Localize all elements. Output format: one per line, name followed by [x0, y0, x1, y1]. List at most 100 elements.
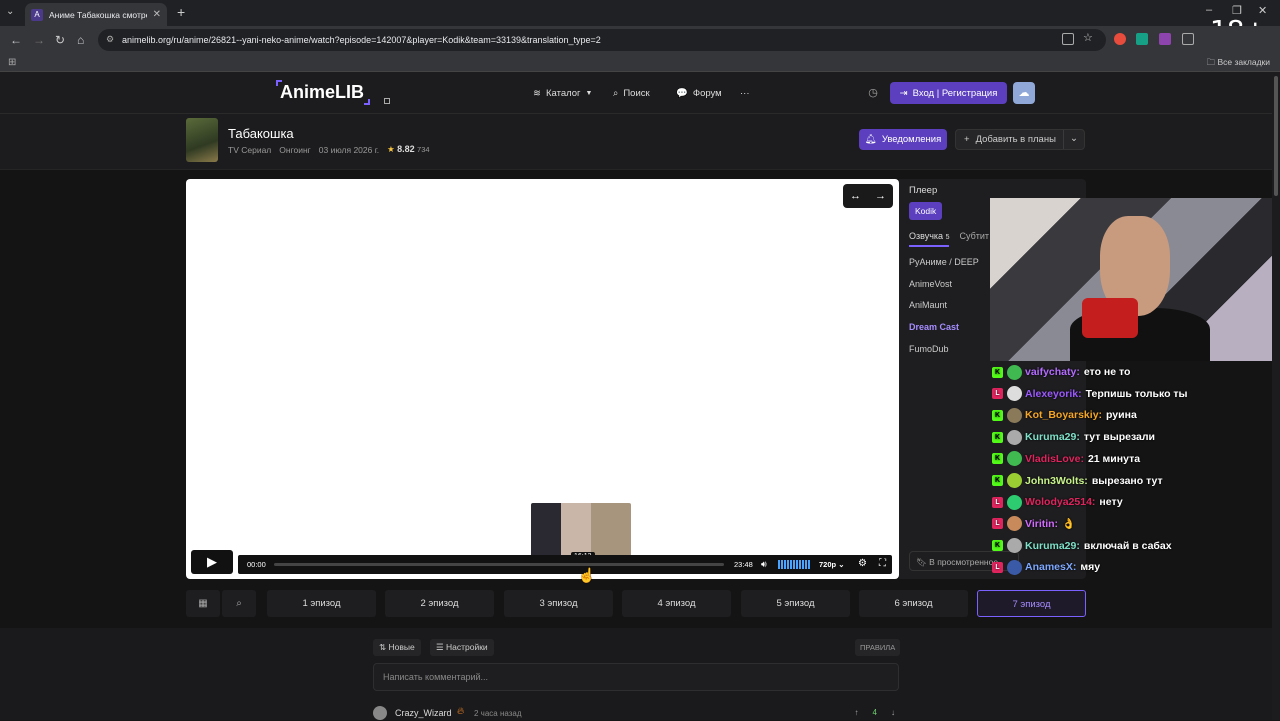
tab-subtitles[interactable]: Субтит	[959, 231, 989, 247]
volume-icon[interactable]: 🔊︎	[761, 559, 767, 570]
new-tab-icon[interactable]: +	[177, 4, 185, 20]
chat-nick: Kot_Boyarskiy:	[1025, 409, 1103, 422]
close-tab-icon[interactable]: ✕	[153, 9, 161, 20]
comment-input[interactable]: Написать комментарий...	[373, 663, 899, 691]
search-icon: ⌕	[613, 88, 619, 99]
login-button[interactable]: ⇥ Вход | Регистрация	[890, 82, 1007, 104]
episode-button[interactable]: 4 эпизод	[622, 590, 731, 617]
reload-icon[interactable]: ↻	[55, 33, 65, 47]
calendar-icon[interactable]: ▦	[186, 590, 220, 617]
search-icon[interactable]: ⌕	[222, 590, 256, 617]
comment-author[interactable]: Crazy_Wizard	[395, 708, 452, 718]
chat-nick: John3Wolts:	[1025, 474, 1088, 487]
chevron-down-icon[interactable]: ⌄	[1070, 133, 1078, 144]
downvote-icon[interactable]: ↓	[891, 708, 895, 717]
history-clock-icon[interactable]: ◷	[863, 83, 883, 103]
fire-icon: 🔥︎	[457, 706, 465, 717]
episode-button[interactable]: 6 эпизод	[859, 590, 968, 617]
notifications-button[interactable]: 🔔︎ Уведомления	[859, 129, 947, 150]
team-item[interactable]: AniMaunt	[909, 300, 979, 322]
rules-button[interactable]: ПРАВИЛА	[855, 639, 901, 656]
home-icon[interactable]: ⌂	[77, 33, 84, 47]
browser-tab[interactable]: A Аниме Табакошка смотреть о ✕	[25, 3, 167, 26]
site-logo[interactable]: AnimeLIB	[276, 80, 371, 105]
site-favicon-icon: A	[31, 8, 43, 21]
upvote-icon[interactable]: ↑	[855, 708, 859, 717]
play-icon[interactable]: ▶	[191, 550, 233, 574]
bookmark-icon: 🔖︎	[916, 557, 927, 567]
kick-platform-icon: K	[992, 431, 1003, 443]
bookmark-star-icon[interactable]: ☆	[1083, 31, 1095, 44]
nav-catalog[interactable]: ≋ Каталог ▼	[533, 88, 592, 99]
chevron-down-icon: ▼	[585, 90, 593, 97]
avatar[interactable]	[373, 706, 387, 720]
anime-poster[interactable]	[186, 118, 218, 162]
gear-icon[interactable]: ⚙	[858, 558, 867, 569]
avatar	[1007, 494, 1022, 510]
install-app-icon[interactable]	[1062, 33, 1074, 45]
chat-message: L AnamesX: мяу	[990, 557, 1100, 577]
nav-more-button[interactable]: ···	[740, 88, 750, 99]
avatar	[1007, 407, 1022, 423]
chat-message: K Kot_Boyarskiy: руина	[990, 405, 1137, 425]
next-arrow-icon[interactable]: →	[875, 190, 886, 202]
chat-text: вырезано тут	[1091, 474, 1163, 487]
episode-button[interactable]: 1 эпизод	[267, 590, 376, 617]
chat-message: Kvaifychaty: ето не то	[990, 362, 1130, 382]
nav-forum[interactable]: 💬 Форум	[676, 88, 722, 99]
add-to-plans-button[interactable]: + Добавить в планы ⌄	[955, 129, 1085, 150]
scrollbar-thumb[interactable]	[1274, 76, 1278, 196]
extension-icon[interactable]	[1114, 33, 1126, 45]
cloud-icon[interactable]: ☁	[1013, 82, 1035, 104]
logo-bracket	[364, 99, 371, 105]
chat-message: K VladisLove: 21 минута	[990, 449, 1140, 469]
kick-platform-icon: K	[992, 540, 1003, 552]
nav-catalog-label: Каталог	[545, 88, 581, 99]
current-time: 00:00	[247, 560, 266, 569]
seek-bar[interactable]	[274, 563, 724, 566]
extension-icon[interactable]	[1159, 33, 1171, 45]
forward-icon[interactable]: →	[33, 33, 45, 47]
chat-message: K John3Wolts: вырезано тут	[990, 471, 1163, 491]
extension-icon[interactable]	[1136, 33, 1148, 45]
page-scrollbar[interactable]	[1272, 72, 1280, 720]
extensions-puzzle-icon[interactable]	[1182, 33, 1194, 45]
live-platform-icon: L	[992, 496, 1003, 508]
avatar	[1007, 473, 1022, 488]
all-bookmarks[interactable]: 🗀 Все закладки	[1207, 57, 1270, 71]
back-icon[interactable]: ←	[10, 33, 22, 47]
team-item-selected[interactable]: Dream Cast	[909, 322, 979, 344]
episode-button[interactable]: 3 эпизод	[504, 590, 613, 617]
chat-nick: Wolodya2514:	[1025, 496, 1096, 509]
duration: 23:48	[734, 560, 753, 569]
tab-voice[interactable]: Озвучка 5	[909, 231, 950, 247]
team-item[interactable]: FumoDub	[909, 344, 979, 366]
live-platform-icon: L	[992, 561, 1003, 573]
nav-search[interactable]: ⌕ Поиск	[613, 88, 650, 99]
all-bookmarks-label: Все закладки	[1217, 57, 1270, 67]
chat-icon: 💬	[676, 88, 688, 99]
episode-button-current[interactable]: 7 эпизод	[977, 590, 1086, 617]
episode-button[interactable]: 2 эпизод	[385, 590, 494, 617]
quality-selector[interactable]: 720p ⌄	[819, 560, 844, 569]
plus-icon: +	[964, 134, 970, 145]
tab-voice-label: Озвучка	[909, 231, 944, 241]
apps-grid-icon[interactable]: ⊞	[8, 57, 16, 68]
address-bar[interactable]: ⚙ animelib.org/ru/anime/26821--yani-neko…	[98, 29, 1106, 51]
site-info-icon[interactable]: ⚙	[106, 34, 114, 45]
anime-title[interactable]: Табакошка	[228, 126, 294, 141]
chat-nick: VladisLove:	[1025, 452, 1084, 465]
episode-button[interactable]: 5 эпизод	[741, 590, 850, 617]
tab-search-icon[interactable]: ⌄	[6, 6, 14, 17]
chat-message: L Alexeyorik: Терпишь только ты	[990, 384, 1188, 404]
fullscreen-icon[interactable]: ⛶	[879, 558, 886, 569]
volume-slider[interactable]	[778, 560, 810, 569]
widen-icon[interactable]: ↔	[850, 190, 861, 202]
avatar	[1007, 386, 1022, 402]
comment-settings-button[interactable]: ☰ Настройки	[430, 639, 494, 656]
sort-new-button[interactable]: ⇅ Новые	[373, 639, 421, 656]
team-item[interactable]: AnimeVost	[909, 279, 979, 301]
team-item[interactable]: РуАниме / DEEP	[909, 257, 979, 279]
side-panel-title: Плеер	[909, 185, 938, 196]
player-select-button[interactable]: Kodik	[909, 202, 943, 220]
